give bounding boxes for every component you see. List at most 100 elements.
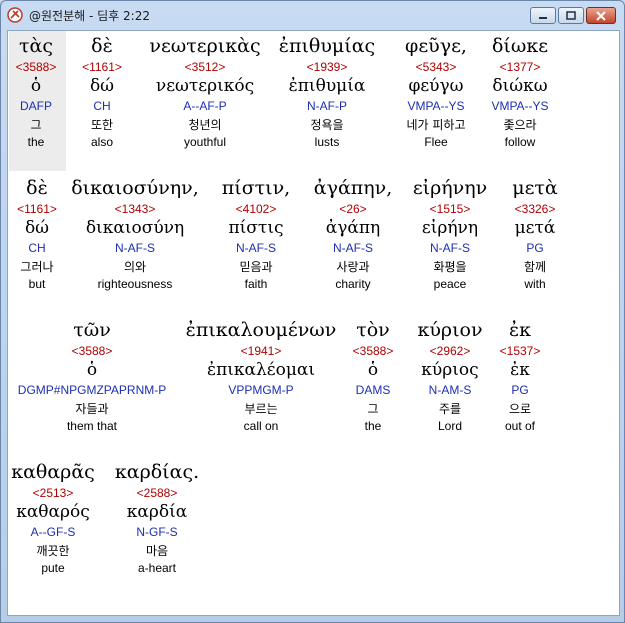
word-greek: τὰς bbox=[19, 35, 53, 57]
word-morph: N-AF-S bbox=[332, 241, 373, 255]
word-block[interactable]: δὲ <1161> δώ CH 또한 also bbox=[82, 33, 122, 150]
maximize-button[interactable] bbox=[558, 7, 584, 24]
word-lemma: ἐπιθυμία bbox=[288, 76, 366, 96]
word-morph: DGMP#NPGMZPAPRNM-P bbox=[17, 383, 167, 397]
word-block[interactable]: νεωτερικὰς <3512> νεωτερικός A--AF-P 청년의 yout… bbox=[149, 33, 260, 150]
word-strong: <1343> bbox=[114, 202, 156, 216]
close-button[interactable] bbox=[586, 7, 616, 24]
word-morph: A--GF-S bbox=[30, 525, 76, 539]
word-greek: ἀγάπην, bbox=[313, 177, 393, 199]
word-morph: N-AF-S bbox=[236, 241, 276, 255]
word-lemma: καρδία bbox=[126, 502, 188, 522]
word-korean: 그 bbox=[367, 402, 379, 416]
word-greek: τῶν bbox=[73, 319, 111, 341]
word-block[interactable]: ἐπιθυμίας <1939> ἐπιθυμία N-AF-P 정욕을 lusts bbox=[279, 33, 375, 150]
app-icon[interactable] bbox=[7, 7, 23, 23]
word-block[interactable]: δικαιοσύνην, <1343> δικαιοσύνη N-AF-S 의와 righ… bbox=[71, 175, 199, 292]
word-block[interactable]: μετὰ <3326> μετά PG 함께 with bbox=[512, 175, 558, 292]
word-strong: <1161> bbox=[82, 60, 122, 74]
word-english: faith bbox=[244, 277, 268, 291]
word-greek: τὸν bbox=[356, 319, 390, 341]
word-english: the bbox=[27, 135, 45, 149]
word-lemma: δώ bbox=[89, 76, 115, 96]
word-strong: <3588> bbox=[352, 344, 394, 358]
word-lemma: εἰρήνη bbox=[421, 218, 479, 238]
word-morph: N-AF-S bbox=[430, 241, 470, 255]
word-morph: N-AM-S bbox=[428, 383, 472, 397]
app-window: @원전분해 - 딤후 2:22 τὰς <3588> ὁ DAFP 그 the δὲ <116… bbox=[0, 0, 625, 623]
word-block[interactable]: καρδίας. <2588> καρδία N-GF-S 마음 a-heart bbox=[115, 459, 199, 576]
word-greek: καθαρᾶς bbox=[11, 461, 95, 483]
word-block[interactable]: πίστιν, <4102> πίστις N-AF-S 믿음과 faith bbox=[222, 175, 290, 292]
word-strong: <1377> bbox=[499, 60, 541, 74]
word-greek: δὲ bbox=[91, 35, 113, 57]
word-korean: 그러나 bbox=[20, 260, 54, 274]
word-block[interactable]: κύριον <2962> κύριος N-AM-S 주를 Lord bbox=[417, 317, 482, 434]
word-english: charity bbox=[335, 277, 371, 291]
word-greek: δίωκε bbox=[491, 35, 549, 57]
word-strong: <3512> bbox=[184, 60, 226, 74]
word-lemma: ὁ bbox=[367, 360, 379, 380]
word-greek: ἐκ bbox=[508, 319, 532, 341]
word-block[interactable]: δὲ <1161> δώ CH 그러나 but bbox=[17, 175, 57, 292]
word-block[interactable]: τῶν <3588> ὁ DGMP#NPGMZPAPRNM-P 자들과 them that bbox=[18, 317, 166, 434]
minimize-icon bbox=[539, 16, 547, 19]
word-korean: 화평을 bbox=[433, 260, 467, 274]
word-block[interactable]: εἰρήνην <1515> εἰρήνη N-AF-S 화평을 peace bbox=[413, 175, 487, 292]
word-lemma: ἐκ bbox=[510, 360, 530, 380]
word-korean: 정욕을 bbox=[310, 118, 344, 132]
word-strong: <4102> bbox=[235, 202, 277, 216]
word-morph: PG bbox=[511, 383, 529, 397]
word-lemma: ἐπικαλέομαι bbox=[206, 360, 316, 380]
word-greek: φεῦγε, bbox=[405, 35, 467, 57]
word-english: out of bbox=[504, 419, 536, 433]
word-strong: <1537> bbox=[499, 344, 541, 358]
word-korean: 의와 bbox=[123, 260, 147, 274]
word-block[interactable]: τὸν <3588> ὁ DAMS 그 the bbox=[353, 317, 394, 434]
word-strong: <5343> bbox=[415, 60, 457, 74]
word-korean: 좇으라 bbox=[503, 118, 537, 132]
maximize-icon bbox=[566, 10, 576, 20]
word-greek: ἐπιθυμίας bbox=[278, 35, 376, 57]
parsing-view[interactable]: τὰς <3588> ὁ DAFP 그 the δὲ <1161> δώ CH 또한 also νεωτ… bbox=[7, 30, 620, 616]
word-strong: <1939> bbox=[306, 60, 348, 74]
word-block[interactable]: δίωκε <1377> διώκω VMPA--YS 좇으라 follow bbox=[491, 33, 548, 150]
word-morph: N-GF-S bbox=[136, 525, 178, 539]
word-block[interactable]: καθαρᾶς <2513> καθαρός A--GF-S 깨끗한 pute bbox=[11, 459, 95, 576]
word-greek: νεωτερικὰς bbox=[149, 35, 261, 57]
word-greek: μετὰ bbox=[512, 177, 558, 199]
word-block[interactable]: ἐπικαλουμένων <1941> ἐπικαλέομαι VPPMGM-P 부르… bbox=[186, 317, 337, 434]
word-lemma: διώκω bbox=[492, 76, 548, 96]
word-block[interactable]: ἐκ <1537> ἐκ PG 으로 out of bbox=[500, 317, 541, 434]
word-greek: κύριον bbox=[417, 319, 483, 341]
word-english: youthful bbox=[183, 135, 227, 149]
word-strong: <2513> bbox=[32, 486, 74, 500]
word-korean: 또한 bbox=[90, 118, 114, 132]
word-block[interactable]: φεῦγε, <5343> φεύγω VMPA--YS 네가 피하고 Flee bbox=[405, 33, 467, 150]
word-korean: 부르는 bbox=[244, 402, 278, 416]
word-lemma: ὁ bbox=[30, 76, 42, 96]
word-english: with bbox=[524, 277, 546, 291]
word-lemma: μετά bbox=[514, 218, 556, 238]
word-morph: VMPA--YS bbox=[407, 99, 465, 113]
word-english: Lord bbox=[437, 419, 463, 433]
word-strong: <2962> bbox=[429, 344, 471, 358]
minimize-button[interactable] bbox=[530, 7, 556, 24]
window-title: @원전분해 - 딤후 2:22 bbox=[29, 9, 150, 23]
word-korean: 네가 피하고 bbox=[406, 118, 466, 132]
word-english: pute bbox=[41, 561, 65, 575]
close-icon bbox=[596, 10, 606, 21]
word-english: peace bbox=[433, 277, 467, 291]
word-block[interactable]: ἀγάπην, <26> ἀγάπη N-AF-S 사랑과 charity bbox=[314, 175, 392, 292]
word-korean: 마음 bbox=[145, 544, 169, 558]
word-english: but bbox=[28, 277, 46, 291]
word-greek: καρδίας. bbox=[114, 461, 200, 483]
word-morph: VPPMGM-P bbox=[228, 383, 294, 397]
word-lemma: ἀγάπη bbox=[325, 218, 381, 238]
word-greek: εἰρήνην bbox=[412, 177, 488, 199]
word-korean: 그 bbox=[30, 118, 42, 132]
title-bar[interactable]: @원전분해 - 딤후 2:22 bbox=[1, 1, 624, 29]
word-greek: δικαιοσύνην, bbox=[71, 177, 199, 199]
word-lemma: δώ bbox=[24, 218, 50, 238]
word-block[interactable]: τὰς <3588> ὁ DAFP 그 the bbox=[16, 33, 57, 150]
